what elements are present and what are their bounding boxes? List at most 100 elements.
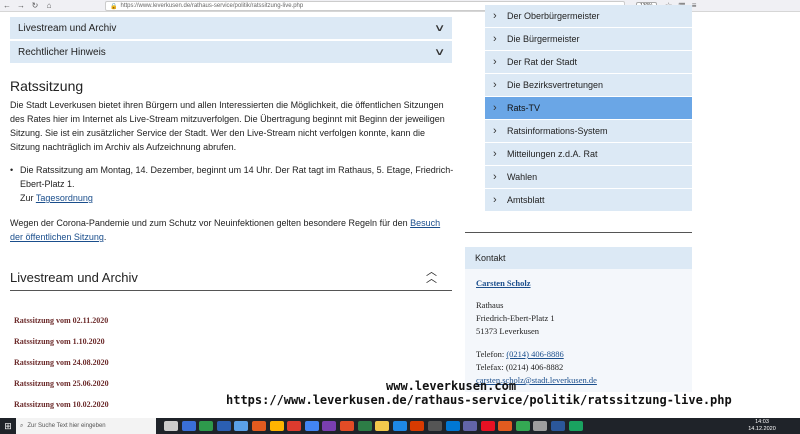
taskbar-app-icon[interactable] [304,421,319,431]
chevron-right-icon: › [493,125,497,137]
page-title: Ratssitzung [10,78,84,94]
phone-label: Telefon: [476,349,505,359]
archive-link[interactable]: Ratssitzung vom 25.06.2020 [14,379,434,388]
chevron-down-icon: ∨ [433,22,446,34]
bullet-text: Die Ratssitzung am Montag, 14. Dezember,… [20,165,454,189]
archive-link[interactable]: Ratssitzung vom 1.10.2020 [14,337,434,346]
taskbar-app-icon[interactable] [164,421,178,431]
kontakt-phone: Telefon: (0214) 406-8886 [476,349,564,359]
chevron-right-icon: › [493,194,497,206]
accordion-livestream[interactable]: Livestream und Archiv ∨ [10,17,452,39]
chevron-right-icon: › [493,148,497,160]
back-icon[interactable]: ← [0,1,14,10]
menu-item-label: Die Bürgermeister [507,34,580,44]
taskbar-app-icon[interactable] [533,421,548,431]
taskbar-app-icons [164,421,586,431]
taskbar-app-icon[interactable] [551,421,566,431]
caption-url: https://www.leverkusen.de/rathaus-servic… [226,393,732,407]
lock-icon: 🔒 [110,3,118,10]
taskbar-app-icon[interactable] [463,421,478,431]
taskbar-app-icon[interactable] [339,421,354,431]
search-icon: ⌕ [20,422,24,429]
divider [10,290,452,291]
taskbar-time: 14:03 [755,419,769,425]
chevron-right-icon: › [493,79,497,91]
forward-icon[interactable]: → [14,1,28,10]
bullet-icon: • [10,165,14,175]
kontakt-address-1: Rathaus [476,300,504,310]
chevron-right-icon: › [493,56,497,68]
taskbar-app-icon[interactable] [234,421,249,431]
taskbar-app-icon[interactable] [181,421,196,431]
menu-item-ratsinformations-system[interactable]: › Ratsinformations-System [485,120,692,142]
taskbar-app-icon[interactable] [427,421,442,431]
accordion-label: Rechtlicher Hinweis [18,46,106,58]
taskbar-app-icon[interactable] [287,421,302,431]
bullet-content: Die Ratssitzung am Montag, 14. Dezember,… [20,163,455,205]
taskbar-app-icon[interactable] [357,421,372,431]
kontakt-address-2: Friedrich-Ebert-Platz 1 [476,313,555,323]
menu-item-label: Amtsblatt [507,195,545,205]
taskbar: ⊞ ⌕ Zur Suche Text hier eingeben [0,418,800,434]
menu-item-rats-tv[interactable]: › Rats-TV [485,97,692,119]
phone-link[interactable]: (0214) 406-8886 [506,349,563,359]
menu-item-oberbuergermeister[interactable]: › Der Oberbürgermeister [485,5,692,27]
taskbar-app-icon[interactable] [568,421,583,431]
accordion-rechtlicher-hinweis[interactable]: Rechtlicher Hinweis ∨ [10,41,452,63]
intro-paragraph: Die Stadt Leverkusen bietet ihren Bürger… [10,100,445,152]
taskbar-app-icon[interactable] [498,421,513,431]
menu-item-wahlen[interactable]: › Wahlen [485,166,692,188]
menu-item-label: Die Bezirksvertretungen [507,80,604,90]
menu-item-bezirksvertretungen[interactable]: › Die Bezirksvertretungen [485,74,692,96]
menu-item-mitteilungen[interactable]: › Mitteilungen z.d.A. Rat [485,143,692,165]
taskbar-app-icon[interactable] [445,421,460,431]
taskbar-clock: 14:03 14.12.2020 [744,419,780,433]
taskbar-app-icon[interactable] [199,421,214,431]
divider [465,232,692,233]
corona-text: Wegen der Corona-Pandemie und zum Schutz… [10,218,408,228]
taskbar-app-icon[interactable] [410,421,425,431]
taskbar-app-icon[interactable] [216,421,231,431]
livestream-heading: Livestream und Archiv [10,270,138,285]
corona-paragraph: Wegen der Corona-Pandemie und zum Schutz… [10,216,450,244]
corona-end: . [103,232,107,242]
chevron-down-icon: ∨ [433,46,446,58]
kontakt-name-link[interactable]: Carsten Scholz [476,278,531,288]
taskbar-app-icon[interactable] [269,421,284,431]
chevron-right-icon: › [493,10,497,22]
chevron-right-icon: › [493,33,497,45]
kontakt-heading: Kontakt [465,247,692,269]
menu-item-buergermeister[interactable]: › Die Bürgermeister [485,28,692,50]
caption-domain: www.leverkusen.com [386,379,517,393]
menu-item-label: Der Rat der Stadt [507,57,578,67]
archive-link[interactable]: Ratssitzung vom 02.11.2020 [14,316,434,325]
kontakt-fax: Telefax: (0214) 406-8882 [476,362,564,372]
menu-item-label: Ratsinformations-System [507,126,608,136]
taskbar-app-icon[interactable] [251,421,266,431]
reload-icon[interactable]: ↻ [28,1,42,10]
list-item: • Die Ratssitzung am Montag, 14. Dezembe… [10,163,455,205]
taskbar-app-icon[interactable] [322,421,337,431]
taskbar-date: 14.12.2020 [748,426,776,432]
taskbar-search-input[interactable]: ⌕ Zur Suche Text hier eingeben [16,418,156,434]
menu-icon[interactable]: ≡ [692,1,703,10]
chevron-up-double-icon[interactable]: ︿ ︿ [426,267,437,285]
taskbar-app-icon[interactable] [480,421,495,431]
tagesordnung-link[interactable]: Tagesordnung [36,193,93,203]
menu-item-label: Der Oberbürgermeister [507,11,600,21]
archive-link[interactable]: Ratssitzung vom 24.08.2020 [14,358,434,367]
menu-item-label: Rats-TV [507,103,541,113]
taskbar-search-placeholder: Zur Suche Text hier eingeben [27,423,106,429]
menu-item-label: Wahlen [507,172,538,182]
menu-item-amtsblatt[interactable]: › Amtsblatt [485,189,692,211]
windows-start-icon[interactable]: ⊞ [0,418,16,434]
chevron-right-icon: › [493,171,497,183]
address-bar-url: https://www.leverkusen.de/rathaus-servic… [120,3,304,9]
chevron-right-icon: › [493,102,497,114]
taskbar-app-icon[interactable] [375,421,390,431]
menu-item-label: Mitteilungen z.d.A. Rat [507,149,598,159]
menu-item-rat-der-stadt[interactable]: › Der Rat der Stadt [485,51,692,73]
taskbar-app-icon[interactable] [392,421,407,431]
home-icon[interactable]: ⌂ [42,1,56,10]
taskbar-app-icon[interactable] [515,421,530,431]
